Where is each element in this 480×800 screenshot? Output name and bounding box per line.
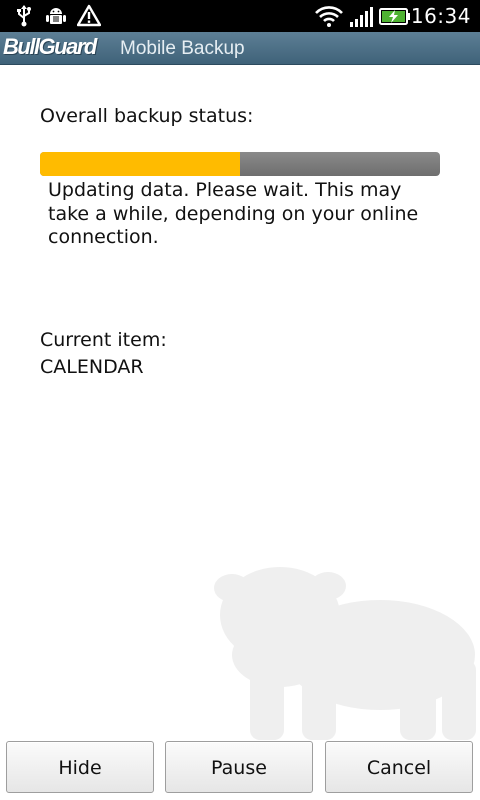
app-title-bar: BullGuard Mobile Backup <box>0 32 480 65</box>
wifi-icon <box>315 6 343 27</box>
cancel-button[interactable]: Cancel <box>325 741 473 793</box>
warning-icon <box>77 4 101 27</box>
screen: 16:34 BullGuard Mobile Backup Overall ba… <box>0 0 480 800</box>
current-item-value: CALENDAR <box>40 356 144 378</box>
bulldog-watermark-icon <box>214 567 476 740</box>
brand-logo: BullGuard <box>3 34 97 59</box>
overall-status-label: Overall backup status: <box>40 105 254 127</box>
android-debug-icon <box>46 8 66 24</box>
hide-button[interactable]: Hide <box>6 741 154 793</box>
progress-message: Updating data. Please wait. This may tak… <box>48 179 419 248</box>
status-bar: 16:34 <box>0 0 480 32</box>
clock: 16:34 <box>410 4 471 28</box>
backup-progress-fill <box>40 152 240 176</box>
signal-icon <box>350 7 373 27</box>
backup-progress-bar <box>40 152 440 176</box>
current-item-label: Current item: <box>40 329 167 351</box>
pause-button[interactable]: Pause <box>165 741 313 793</box>
usb-icon <box>17 5 31 27</box>
battery-charging-icon <box>379 8 410 25</box>
app-title: Mobile Backup <box>120 38 245 59</box>
